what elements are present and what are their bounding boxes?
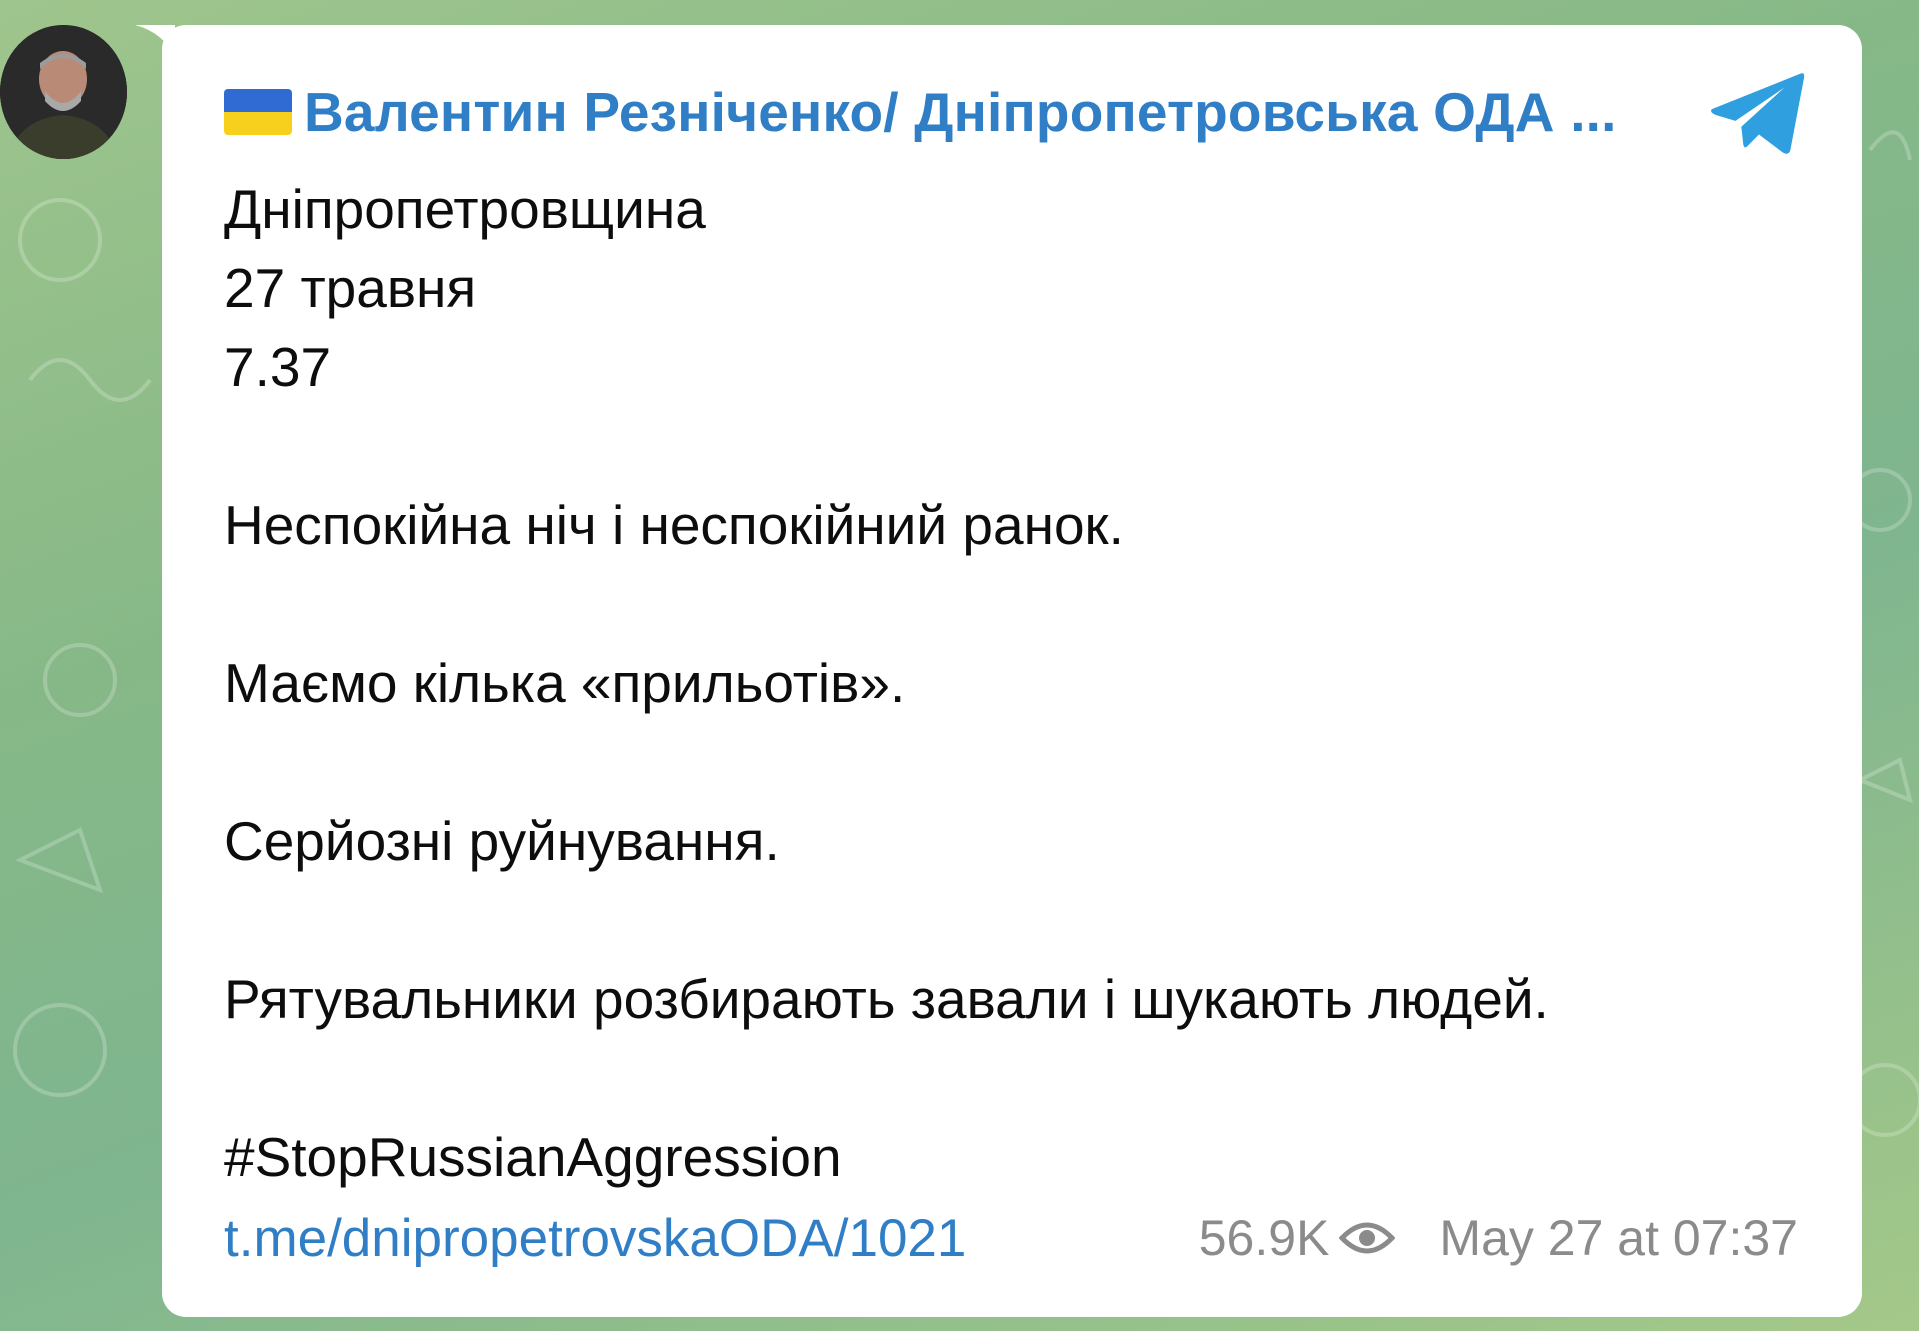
- message-line: [224, 565, 1784, 644]
- message-meta: 56.9K May 27 at 07:37: [1199, 1209, 1798, 1267]
- message-bubble: Валентин Резніченко/ Дніпропетровська ОД…: [162, 25, 1862, 1317]
- message-line: Маємо кілька «прильотів».: [224, 652, 906, 714]
- channel-avatar[interactable]: [0, 25, 127, 159]
- message-line: 7.37: [224, 336, 332, 398]
- post-link[interactable]: t.me/dnipropetrovskaODA/1021: [224, 1208, 966, 1269]
- message-footer: t.me/dnipropetrovskaODA/1021 56.9K May 2…: [224, 1203, 1798, 1273]
- message-line: [224, 1039, 1784, 1118]
- message-line: Серйозні руйнування.: [224, 810, 780, 872]
- ukraine-flag-icon: [224, 89, 292, 135]
- message-line: [224, 723, 1784, 802]
- message-line: [224, 881, 1784, 960]
- view-count: 56.9K: [1198, 1210, 1330, 1266]
- channel-name[interactable]: Валентин Резніченко/ Дніпропетровська ОД…: [304, 80, 1617, 144]
- channel-header[interactable]: Валентин Резніченко/ Дніпропетровська ОД…: [224, 80, 1617, 144]
- message-line: 27 травня: [224, 257, 477, 319]
- message-line: [224, 407, 1784, 486]
- message-timestamp[interactable]: May 27 at 07:37: [1439, 1209, 1798, 1267]
- avatar-photo: [0, 25, 127, 159]
- message-body: Дніпропетровщина 27 травня 7.37 Неспокій…: [224, 170, 1784, 1197]
- hashtag-link[interactable]: #StopRussianAggression: [224, 1118, 1784, 1197]
- message-line: Неспокійна ніч і неспокійний ранок.: [224, 494, 1124, 556]
- telegram-icon[interactable]: [1708, 69, 1806, 157]
- message-line: Дніпропетровщина: [224, 178, 706, 240]
- eye-icon: [1339, 1222, 1396, 1254]
- message-line: Рятувальники розбирають завали і шукають…: [224, 968, 1549, 1030]
